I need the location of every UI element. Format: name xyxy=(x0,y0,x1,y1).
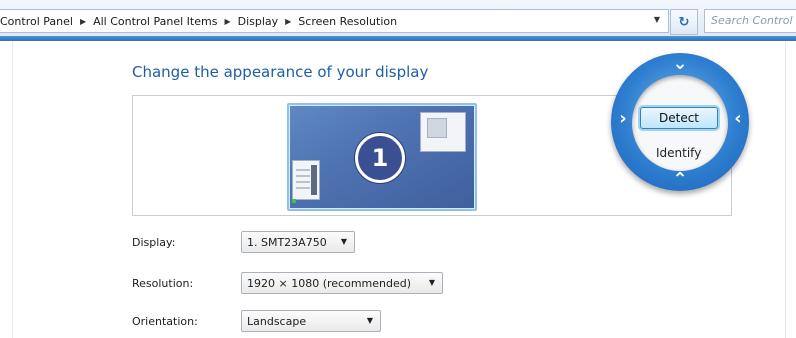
triangle-right-icon[interactable]: ▶ xyxy=(281,17,295,26)
chevron-down-icon: ▼ xyxy=(366,316,373,325)
triangle-right-icon[interactable]: ▶ xyxy=(220,17,234,26)
breadcrumb-control-panel[interactable]: Control Panel xyxy=(0,15,76,28)
breadcrumb-screen-resolution[interactable]: Screen Resolution xyxy=(295,15,400,28)
breadcrumb-all-items[interactable]: All Control Panel Items xyxy=(90,15,220,28)
refresh-button[interactable]: ↻ xyxy=(670,9,698,35)
chevron-down-icon: ⌄ xyxy=(672,52,688,74)
monitor-number-badge: 1 xyxy=(355,133,405,183)
refresh-icon: ↻ xyxy=(678,14,690,30)
search-placeholder: Search Control xyxy=(711,14,793,27)
chevron-down-icon: ▼ xyxy=(340,237,347,246)
detect-button[interactable]: Detect xyxy=(640,107,718,129)
search-input[interactable]: Search Control xyxy=(704,9,796,33)
chevron-left-icon: ‹ xyxy=(734,107,742,129)
monitor-window-thumbnail-left xyxy=(292,160,320,200)
orientation-select-value: Landscape xyxy=(247,314,307,328)
orientation-select[interactable]: Landscape ▼ xyxy=(241,310,381,332)
monitor-window-thumbnail xyxy=(420,112,466,152)
monitor-status-indicator xyxy=(292,199,296,203)
resolution-label: Resolution: xyxy=(132,277,194,290)
resolution-select-value: 1920 × 1080 (recommended) xyxy=(247,276,412,290)
display-select-value: 1. SMT23A750 xyxy=(247,235,327,249)
resolution-select[interactable]: 1920 × 1080 (recommended) ▼ xyxy=(241,272,443,294)
display-label: Display: xyxy=(132,236,176,249)
orientation-label: Orientation: xyxy=(132,315,198,328)
display-select[interactable]: 1. SMT23A750 ▼ xyxy=(241,231,355,253)
detect-button-label: Detect xyxy=(658,111,699,125)
page-title: Change the appearance of your display xyxy=(132,63,429,81)
chevron-up-icon: ⌃ xyxy=(672,168,688,190)
address-bar: Control Panel ▶ All Control Panel Items … xyxy=(0,0,796,41)
triangle-right-icon[interactable]: ▶ xyxy=(76,17,90,26)
breadcrumb[interactable]: Control Panel ▶ All Control Panel Items … xyxy=(0,9,669,33)
chevron-right-icon: › xyxy=(619,107,627,129)
chevron-down-icon: ▼ xyxy=(428,278,435,287)
breadcrumb-history-dropdown[interactable]: ▼ xyxy=(650,12,664,28)
breadcrumb-display[interactable]: Display xyxy=(235,15,282,28)
identify-link[interactable]: Identify xyxy=(656,146,701,160)
